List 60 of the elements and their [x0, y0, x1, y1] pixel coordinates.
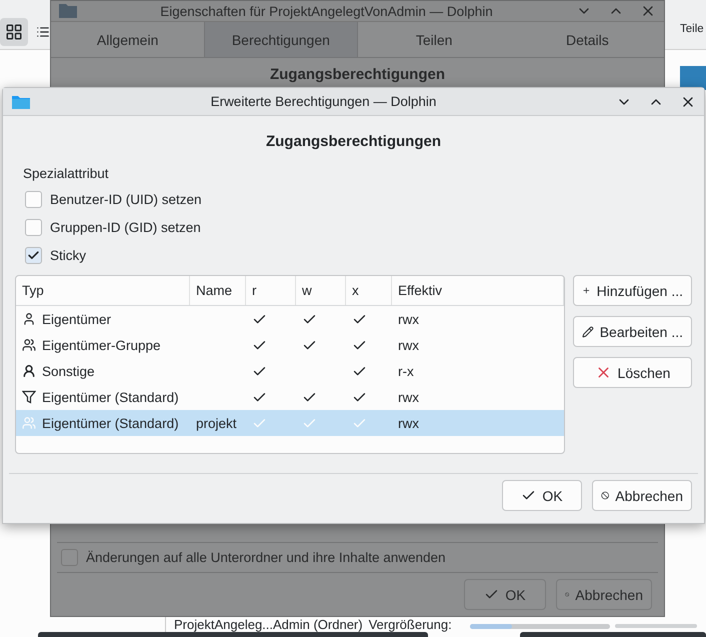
table-cell: Eigentümer (Standard)	[16, 416, 190, 430]
section-label: Spezialattribut	[22, 166, 110, 181]
ok-button[interactable]: OK	[464, 579, 546, 610]
checkbox[interactable]	[25, 246, 42, 264]
tab[interactable]: Details	[510, 22, 664, 57]
checkbox-label: Sticky	[50, 248, 86, 262]
column-header[interactable]: Typ	[16, 276, 190, 305]
section-heading: Zugangsberechtigungen	[270, 66, 445, 83]
tab[interactable]: Teilen	[358, 22, 511, 57]
check-icon	[27, 248, 40, 262]
checkbox[interactable]	[25, 190, 42, 208]
checkbox-label: Gruppen-ID (GID) setzen	[50, 220, 201, 234]
section-heading: Zugangsberechtigungen	[264, 133, 442, 150]
funnel-icon	[22, 390, 36, 404]
ok-button[interactable]: OK	[502, 480, 582, 511]
tab[interactable]: Berechtigungen	[204, 22, 358, 57]
checkbox[interactable]	[25, 218, 42, 236]
table-row[interactable]: Eigentümer rwx	[16, 306, 564, 332]
column-header[interactable]: r	[246, 276, 296, 305]
delete-button[interactable]: Löschen	[573, 357, 692, 388]
column-header[interactable]: Effektiv	[392, 276, 564, 305]
table-cell: Eigentümer-Gruppe	[16, 338, 190, 352]
table-cell-text: rwx	[397, 390, 420, 404]
table-cell: Eigentümer (Standard)	[16, 390, 190, 404]
grid-icon	[5, 23, 23, 41]
add-button[interactable]: Hinzufügen ...	[573, 275, 692, 306]
window-title: Erweiterte Berechtigungen — Dolphin	[210, 94, 438, 109]
column-header[interactable]: Name	[190, 276, 246, 305]
table-row[interactable]: Sonstige r-x	[16, 358, 564, 384]
table-cell-text: rwx	[397, 338, 420, 352]
column-header[interactable]: w	[296, 276, 346, 305]
edit-button[interactable]: Bearbeiten ...	[573, 316, 692, 347]
table-cell-text: r-x	[397, 364, 415, 378]
checkbox-label: Änderungen auf alle Unterordner und ihre Inhalte anwenden	[86, 550, 446, 565]
cancel-button[interactable]: Abbrechen	[556, 579, 652, 610]
icon-view-button[interactable]	[0, 18, 28, 46]
user-icon	[22, 312, 36, 326]
pencil-icon	[582, 324, 594, 338]
users-icon	[22, 416, 36, 430]
checkbox[interactable]	[61, 549, 78, 566]
table-cell-text: projekt	[195, 416, 238, 430]
table-row[interactable]: Eigentümer (Standard) rwx	[16, 384, 564, 410]
checkbox-label: Benutzer-ID (UID) setzen	[50, 192, 202, 206]
table-cell: Eigentümer	[16, 312, 190, 326]
tab[interactable]: Allgemein	[51, 22, 204, 57]
table-cell-text: rwx	[397, 416, 420, 430]
person-icon	[22, 364, 36, 378]
table-row[interactable]: Eigentümer-Gruppe rwx	[16, 332, 564, 358]
status-text: ProjektAngeleg...Admin (Ordner)	[174, 617, 363, 632]
table-cell: Sonstige	[16, 364, 190, 378]
table-row[interactable]: Eigentümer (Standard) projekt rwx	[16, 410, 564, 436]
zoom-slider[interactable]	[470, 624, 610, 629]
column-header[interactable]: x	[346, 276, 392, 305]
zoom-label: Vergrößerung:	[368, 617, 452, 632]
cancel-button[interactable]: Abbrechen	[592, 480, 692, 511]
list-icon	[36, 25, 50, 39]
window-title: Eigenschaften für ProjektAngelegtVonAdmin — Dolphin	[159, 4, 494, 18]
users-icon	[22, 338, 36, 352]
toolbar-label[interactable]: Teile	[680, 23, 704, 35]
table-cell-text: rwx	[397, 312, 420, 326]
